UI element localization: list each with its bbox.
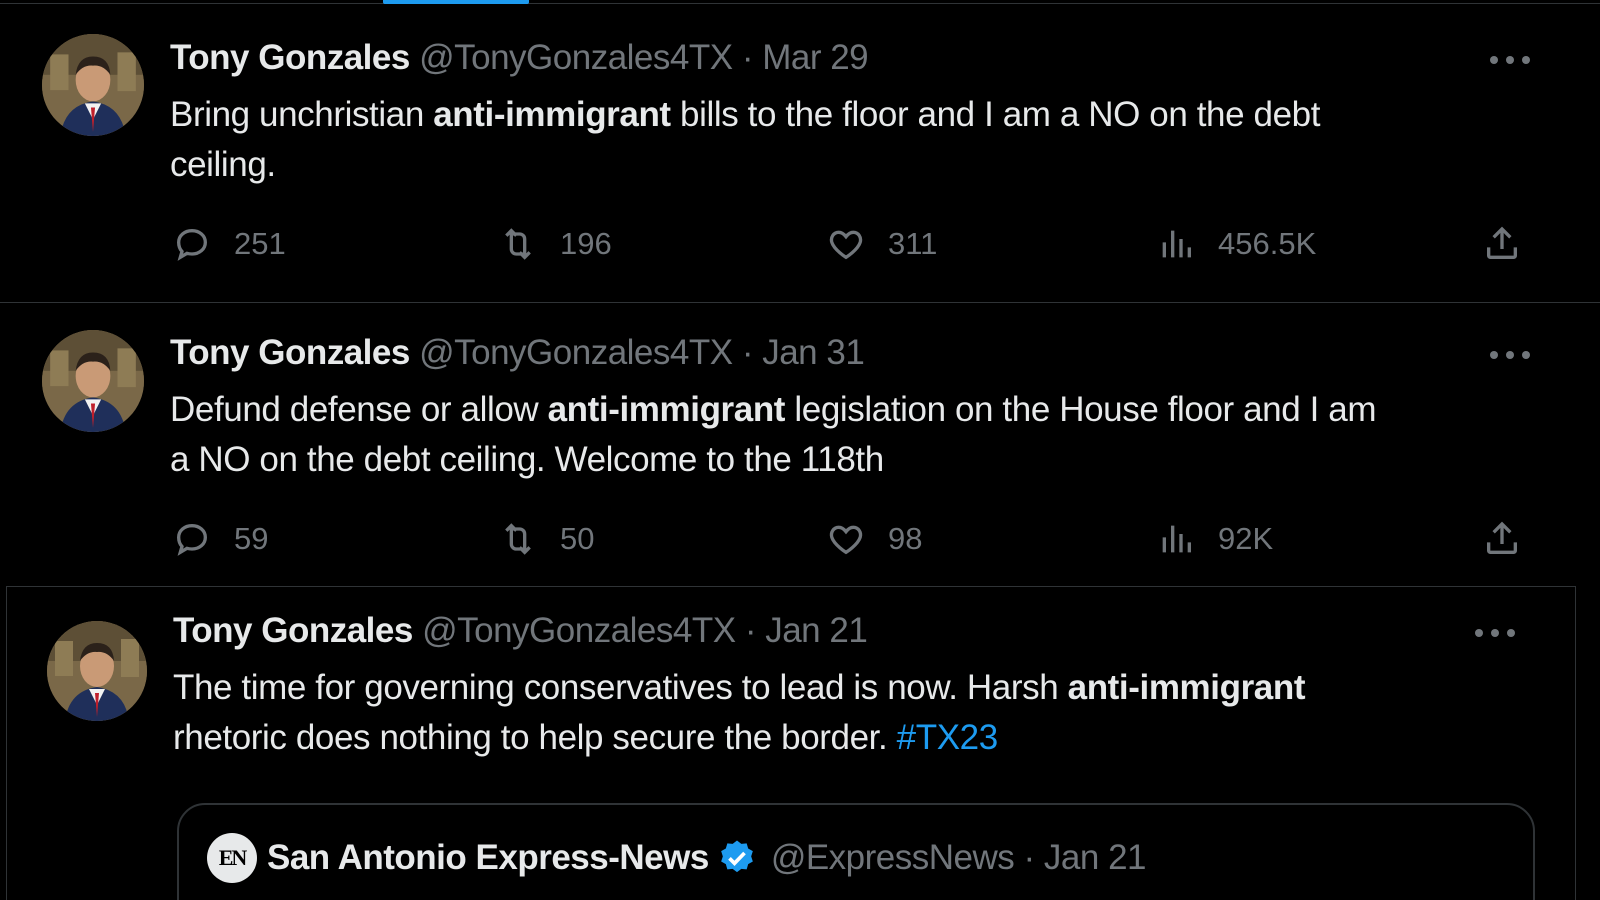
quoted-author-handle[interactable]: @ExpressNews: [771, 836, 1015, 880]
retweet-count: 50: [560, 521, 595, 556]
avatar[interactable]: [47, 621, 147, 721]
share-button[interactable]: [1482, 222, 1522, 266]
tweet-header: Tony Gonzales @TonyGonzales4TX · Mar 29: [170, 38, 869, 78]
like-count: 98: [888, 521, 923, 556]
quoted-tweet-header: EN San Antonio Express-News @ExpressNews…: [207, 833, 1147, 883]
tweet-text: Defund defense or allow anti-immigrant l…: [170, 385, 1590, 485]
more-icon[interactable]: [1490, 349, 1530, 361]
tweet-text: The time for governing conservatives to …: [173, 663, 1553, 763]
author-handle[interactable]: @TonyGonzales4TX: [422, 611, 736, 650]
separator: ·: [1023, 838, 1036, 877]
views-button[interactable]: 456.5K: [1156, 222, 1316, 266]
tweet[interactable]: Tony Gonzales @TonyGonzales4TX · Mar 29 …: [0, 4, 1600, 303]
avatar[interactable]: [42, 34, 144, 136]
text-segment: legislation on the House floor and I am: [785, 390, 1377, 429]
tweet-actions: 59 50 98 92K: [172, 517, 1552, 561]
quoted-tweet[interactable]: EN San Antonio Express-News @ExpressNews…: [177, 803, 1535, 900]
text-segment: bills to the floor and I am a NO on the …: [670, 95, 1321, 134]
reply-icon: [176, 523, 208, 556]
reply-button[interactable]: 251: [172, 222, 286, 266]
like-icon: [829, 525, 863, 555]
text-segment: ceiling.: [170, 145, 276, 184]
more-icon[interactable]: [1475, 627, 1515, 639]
share-icon: [1487, 521, 1517, 554]
tweet-text: Bring unchristian anti-immigrant bills t…: [170, 90, 1550, 190]
quoted-tweet-date[interactable]: Jan 21: [1044, 836, 1147, 880]
views-count: 456.5K: [1218, 226, 1317, 261]
text-emphasis: anti-immigrant: [433, 95, 671, 134]
text-segment: Bring unchristian: [170, 95, 434, 134]
text-segment: The time for governing conservatives to …: [173, 668, 1068, 707]
like-icon: [829, 230, 863, 260]
like-button[interactable]: 311: [826, 222, 937, 266]
hashtag-link[interactable]: #TX23: [897, 718, 999, 757]
text-segment: Defund defense or allow: [170, 390, 548, 429]
like-count: 311: [888, 226, 938, 261]
views-button[interactable]: 92K: [1156, 517, 1273, 561]
reply-icon: [176, 228, 208, 261]
separator: ·: [744, 611, 757, 650]
retweet-count: 196: [560, 226, 612, 261]
text-segment: a NO on the debt ceiling. Welcome to the…: [170, 440, 884, 479]
avatar[interactable]: [42, 330, 144, 432]
tweet-header: Tony Gonzales @TonyGonzales4TX · Jan 21: [173, 611, 868, 651]
separator: ·: [741, 333, 754, 372]
quoted-author-name[interactable]: San Antonio Express-News: [267, 836, 709, 880]
tweet[interactable]: Tony Gonzales @TonyGonzales4TX · Jan 21 …: [6, 586, 1576, 900]
tweet-date[interactable]: Jan 31: [762, 333, 865, 372]
text-emphasis: anti-immigrant: [547, 390, 786, 429]
retweet-button[interactable]: 50: [498, 517, 594, 561]
separator: ·: [741, 38, 754, 77]
tweet-date[interactable]: Mar 29: [762, 38, 868, 77]
views-count: 92K: [1218, 521, 1274, 556]
views-icon: [1162, 525, 1191, 553]
share-button[interactable]: [1482, 517, 1522, 561]
reply-count: 251: [234, 226, 286, 261]
more-icon[interactable]: [1490, 54, 1530, 66]
reply-button[interactable]: 59: [172, 517, 268, 561]
retweet-button[interactable]: 196: [498, 222, 612, 266]
author-handle[interactable]: @TonyGonzales4TX: [419, 333, 733, 372]
like-button[interactable]: 98: [826, 517, 922, 561]
author-name[interactable]: Tony Gonzales: [170, 333, 410, 372]
retweet-icon: [505, 523, 531, 555]
text-emphasis: anti-immigrant: [1067, 668, 1306, 707]
verified-badge-icon: [720, 840, 753, 873]
share-icon: [1487, 226, 1517, 259]
tweet-actions: 251 196 311 456.5K: [172, 222, 1552, 266]
views-icon: [1162, 230, 1191, 258]
author-name[interactable]: Tony Gonzales: [170, 38, 410, 77]
author-handle[interactable]: @TonyGonzales4TX: [419, 38, 733, 77]
tweet[interactable]: Tony Gonzales @TonyGonzales4TX · Jan 31 …: [0, 303, 1600, 587]
author-name[interactable]: Tony Gonzales: [173, 611, 413, 650]
tweet-header: Tony Gonzales @TonyGonzales4TX · Jan 31: [170, 333, 865, 373]
text-segment: rhetoric does nothing to help secure the…: [173, 718, 897, 757]
tweet-date[interactable]: Jan 21: [765, 611, 868, 650]
retweet-icon: [505, 228, 531, 260]
reply-count: 59: [234, 521, 269, 556]
publisher-logo[interactable]: EN: [207, 833, 257, 883]
